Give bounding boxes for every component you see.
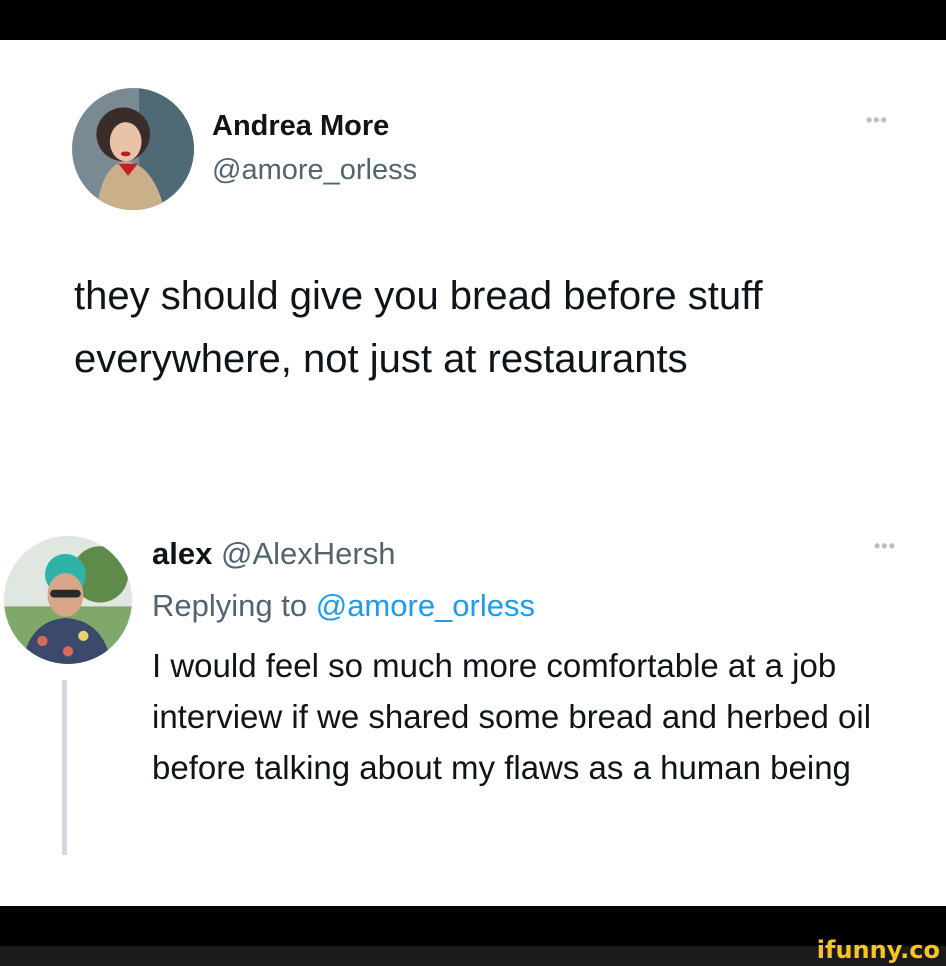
tweet-text: they should give you bread before stuff …: [74, 274, 763, 381]
more-options-icon[interactable]: •••: [874, 536, 896, 557]
reply-author-handle[interactable]: @AlexHersh: [221, 536, 395, 571]
reply-author-name[interactable]: alex: [152, 536, 212, 571]
author-name[interactable]: Andrea More: [212, 110, 389, 143]
reply-author[interactable]: alex @AlexHersh: [152, 536, 395, 572]
ifunny-watermark: ifunny.co: [816, 936, 940, 964]
more-options-icon[interactable]: •••: [866, 110, 888, 131]
thread-line: [62, 680, 67, 855]
tweet-screenshot: Andrea More @amore_orless ••• they shoul…: [0, 40, 946, 906]
author-handle[interactable]: @amore_orless: [212, 154, 417, 187]
alex-avatar-image: [4, 536, 132, 664]
replying-to-mention[interactable]: @amore_orless: [316, 588, 535, 623]
andrea-avatar[interactable]: [72, 88, 194, 210]
replying-to-label: Replying to: [152, 588, 308, 623]
replying-to: Replying to @amore_orless: [152, 588, 535, 624]
andrea-avatar-image: [72, 88, 194, 210]
reply-text: I would feel so much more comfortable at…: [152, 647, 872, 786]
watermark-bar: [0, 946, 946, 966]
alex-avatar[interactable]: [4, 536, 132, 664]
